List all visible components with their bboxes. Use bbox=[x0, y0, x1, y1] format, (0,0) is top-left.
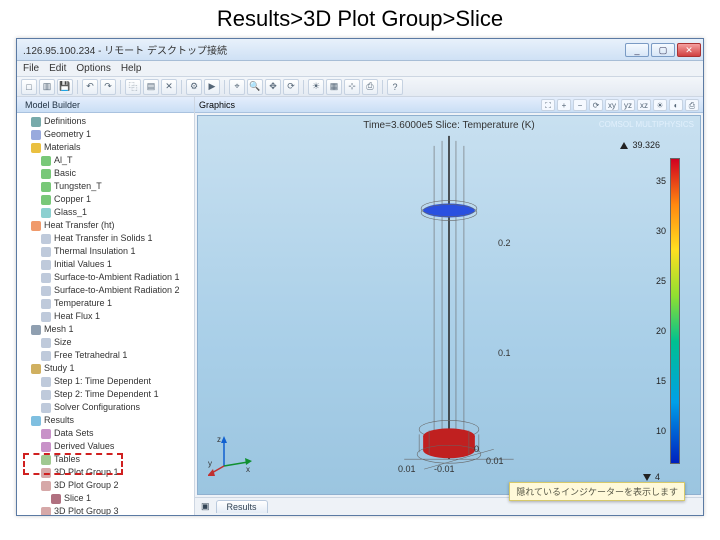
gfx-trans-icon[interactable]: ◐ bbox=[669, 99, 683, 111]
menubar: File Edit Options Help bbox=[17, 61, 703, 77]
titlebar: .126.95.100.234 - リモート デスクトップ接続 _ ▢ ✕ bbox=[17, 39, 703, 61]
sidebar: Model Builder Definitions Geometry 1 Mat… bbox=[17, 97, 195, 515]
graphics-label: Graphics bbox=[199, 100, 235, 110]
tool-build-icon[interactable]: ⚙ bbox=[186, 79, 202, 95]
gfx-zoom-out-icon[interactable]: − bbox=[573, 99, 587, 111]
tree-geometry[interactable]: Geometry 1 bbox=[29, 128, 192, 141]
tool-compute-icon[interactable]: ▶ bbox=[204, 79, 220, 95]
gfx-snap-icon[interactable]: ⎙ bbox=[685, 99, 699, 111]
tool-axis-icon[interactable]: ⊹ bbox=[344, 79, 360, 95]
gfx-rotate-icon[interactable]: ⟳ bbox=[589, 99, 603, 111]
menu-edit[interactable]: Edit bbox=[49, 63, 66, 74]
tool-select-icon[interactable]: ⌖ bbox=[229, 79, 245, 95]
workspace: Model Builder Definitions Geometry 1 Mat… bbox=[17, 97, 703, 515]
graphics-toolbar: ⛶ + − ⟳ xy yz xz ☀ ◐ ⎙ bbox=[541, 99, 699, 111]
tree-step2[interactable]: Step 2: Time Dependent 1 bbox=[39, 388, 192, 401]
maximize-button[interactable]: ▢ bbox=[651, 43, 675, 57]
model-tree[interactable]: Definitions Geometry 1 Materials Al_T Ba… bbox=[17, 113, 194, 515]
gfx-light-icon[interactable]: ☀ bbox=[653, 99, 667, 111]
tree-ht-rad1[interactable]: Surface-to-Ambient Radiation 1 bbox=[39, 271, 192, 284]
tool-help-icon[interactable]: ? bbox=[387, 79, 403, 95]
model-builder-title: Model Builder bbox=[17, 97, 194, 113]
tree-materials[interactable]: Materials bbox=[29, 141, 192, 154]
main-area: Graphics ⛶ + − ⟳ xy yz xz ☀ ◐ ⎙ Time=3.6… bbox=[195, 97, 703, 515]
app-window: .126.95.100.234 - リモート デスクトップ接続 _ ▢ ✕ Fi… bbox=[16, 38, 704, 516]
tool-save-icon[interactable]: 💾 bbox=[57, 79, 73, 95]
tree-pg2[interactable]: 3D Plot Group 2 bbox=[39, 479, 192, 492]
tray-indicator-tooltip: 隠れているインジケーターを表示します bbox=[509, 482, 685, 501]
tree-mesh-tet[interactable]: Free Tetrahedral 1 bbox=[39, 349, 192, 362]
tree-ht-rad2[interactable]: Surface-to-Ambient Radiation 2 bbox=[39, 284, 192, 297]
svg-text:z: z bbox=[217, 435, 221, 444]
tree-definitions[interactable]: Definitions bbox=[29, 115, 192, 128]
slide-title: Results>3D Plot Group>Slice bbox=[0, 0, 720, 34]
tool-rotate-icon[interactable]: ⟳ bbox=[283, 79, 299, 95]
tree-datasets[interactable]: Data Sets bbox=[39, 427, 192, 440]
tree-ht-solids[interactable]: Heat Transfer in Solids 1 bbox=[39, 232, 192, 245]
gfx-yz-icon[interactable]: yz bbox=[621, 99, 635, 111]
axis-x-0.01b: -0.01 bbox=[434, 464, 455, 474]
tree-mat-basic[interactable]: Basic bbox=[39, 167, 192, 180]
tree-solver[interactable]: Solver Configurations bbox=[39, 401, 192, 414]
tree-derived[interactable]: Derived Values bbox=[39, 440, 192, 453]
graphics-canvas[interactable]: Time=3.6000e5 Slice: Temperature (K) COM… bbox=[197, 115, 701, 495]
gfx-zoom-extents-icon[interactable]: ⛶ bbox=[541, 99, 555, 111]
axis-x-0.01a: 0.01 bbox=[398, 464, 416, 474]
tree-mesh[interactable]: Mesh 1 bbox=[29, 323, 192, 336]
tree-tables[interactable]: Tables bbox=[39, 453, 192, 466]
axis-z-0: 0 bbox=[474, 444, 479, 454]
svg-text:x: x bbox=[246, 465, 250, 474]
axis-z-0.2: 0.2 bbox=[498, 238, 511, 248]
axis-x-0.01c: 0.01 bbox=[486, 456, 504, 466]
tree-pg1[interactable]: 3D Plot Group 1 bbox=[39, 466, 192, 479]
axis-z-0.1: 0.1 bbox=[498, 348, 511, 358]
window-title: .126.95.100.234 - リモート デスクトップ接続 bbox=[19, 42, 227, 57]
tree-study[interactable]: Study 1 bbox=[29, 362, 192, 375]
results-tab[interactable]: Results bbox=[216, 500, 268, 513]
window-buttons: _ ▢ ✕ bbox=[625, 43, 701, 57]
graphics-header: Graphics ⛶ + − ⟳ xy yz xz ☀ ◐ ⎙ bbox=[195, 97, 703, 113]
tool-snapshot-icon[interactable]: ⎙ bbox=[362, 79, 378, 95]
model-builder-label: Model Builder bbox=[25, 100, 80, 110]
svg-text:y: y bbox=[208, 459, 212, 468]
tree-heat-transfer[interactable]: Heat Transfer (ht) bbox=[29, 219, 192, 232]
tool-delete-icon[interactable]: ✕ bbox=[161, 79, 177, 95]
coord-triad-icon: z x y bbox=[208, 432, 254, 478]
tree-mat-copper[interactable]: Copper 1 bbox=[39, 193, 192, 206]
tree-mesh-size[interactable]: Size bbox=[39, 336, 192, 349]
gfx-xy-icon[interactable]: xy bbox=[605, 99, 619, 111]
gfx-xz-icon[interactable]: xz bbox=[637, 99, 651, 111]
tool-zoom-icon[interactable]: 🔍 bbox=[247, 79, 263, 95]
tool-grid-icon[interactable]: ▦ bbox=[326, 79, 342, 95]
tool-redo-icon[interactable]: ↷ bbox=[100, 79, 116, 95]
model-svg bbox=[198, 116, 700, 494]
tool-pan-icon[interactable]: ✥ bbox=[265, 79, 281, 95]
tree-ht-initial[interactable]: Initial Values 1 bbox=[39, 258, 192, 271]
results-tab-icon: ▣ bbox=[201, 501, 210, 512]
tree-slice1[interactable]: Slice 1 bbox=[49, 492, 192, 505]
menu-help[interactable]: Help bbox=[121, 63, 142, 74]
main-toolbar: □ ▥ 💾 ↶ ↷ ⿻ ▤ ✕ ⚙ ▶ ⌖ 🔍 ✥ ⟳ ☀ ▦ ⊹ ⎙ ? bbox=[17, 77, 703, 97]
menu-options[interactable]: Options bbox=[76, 63, 110, 74]
menu-file[interactable]: File bbox=[23, 63, 39, 74]
tree-ht-flux[interactable]: Heat Flux 1 bbox=[39, 310, 192, 323]
tool-new-icon[interactable]: □ bbox=[21, 79, 37, 95]
tree-step1[interactable]: Step 1: Time Dependent bbox=[39, 375, 192, 388]
tool-undo-icon[interactable]: ↶ bbox=[82, 79, 98, 95]
tree-mat-glass[interactable]: Glass_1 bbox=[39, 206, 192, 219]
tree-ht-insulation[interactable]: Thermal Insulation 1 bbox=[39, 245, 192, 258]
tool-paste-icon[interactable]: ▤ bbox=[143, 79, 159, 95]
close-button[interactable]: ✕ bbox=[677, 43, 701, 57]
tree-mat-tungsten[interactable]: Tungsten_T bbox=[39, 180, 192, 193]
tool-copy-icon[interactable]: ⿻ bbox=[125, 79, 141, 95]
tool-light-icon[interactable]: ☀ bbox=[308, 79, 324, 95]
tree-results[interactable]: Results bbox=[29, 414, 192, 427]
tree-ht-temp[interactable]: Temperature 1 bbox=[39, 297, 192, 310]
minimize-button[interactable]: _ bbox=[625, 43, 649, 57]
tree-pg3[interactable]: 3D Plot Group 3 bbox=[39, 505, 192, 515]
tool-open-icon[interactable]: ▥ bbox=[39, 79, 55, 95]
gfx-zoom-in-icon[interactable]: + bbox=[557, 99, 571, 111]
tree-mat-al[interactable]: Al_T bbox=[39, 154, 192, 167]
